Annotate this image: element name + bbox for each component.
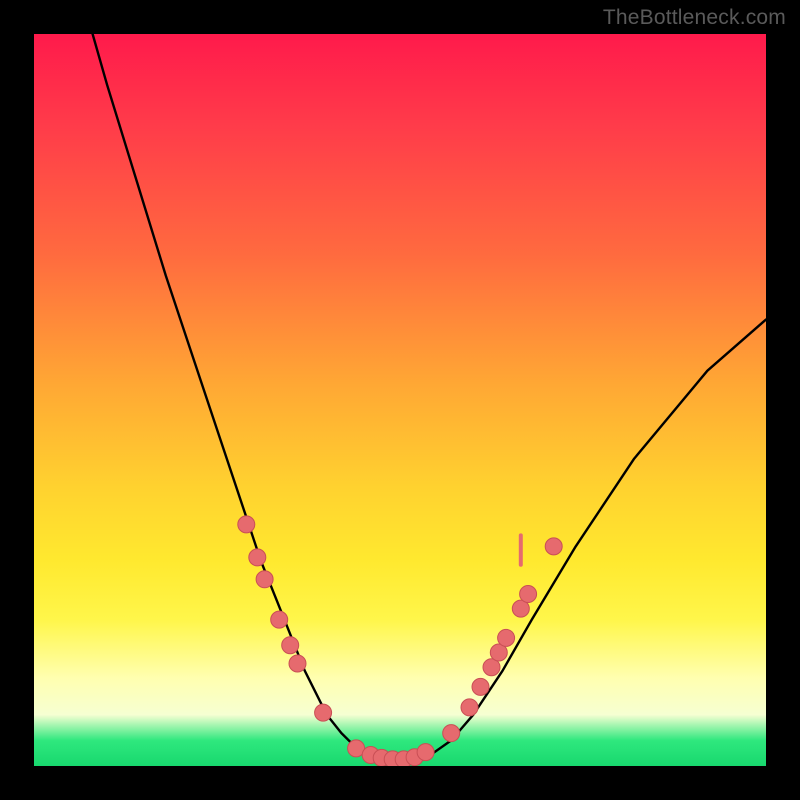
data-point <box>289 655 306 672</box>
data-point <box>520 586 537 603</box>
data-point <box>545 538 562 555</box>
data-point <box>472 678 489 695</box>
data-point <box>282 637 299 654</box>
data-point <box>238 516 255 533</box>
data-point <box>498 629 515 646</box>
data-point <box>461 699 478 716</box>
data-point <box>315 704 332 721</box>
chart-svg <box>34 34 766 766</box>
data-point <box>417 744 434 761</box>
data-point <box>256 571 273 588</box>
curve-markers <box>238 516 562 766</box>
chart-frame: TheBottleneck.com <box>0 0 800 800</box>
curve-line <box>93 34 766 760</box>
data-point <box>443 725 460 742</box>
data-point <box>271 611 288 628</box>
plot-area <box>34 34 766 766</box>
watermark-text: TheBottleneck.com <box>603 6 786 30</box>
data-point <box>249 549 266 566</box>
